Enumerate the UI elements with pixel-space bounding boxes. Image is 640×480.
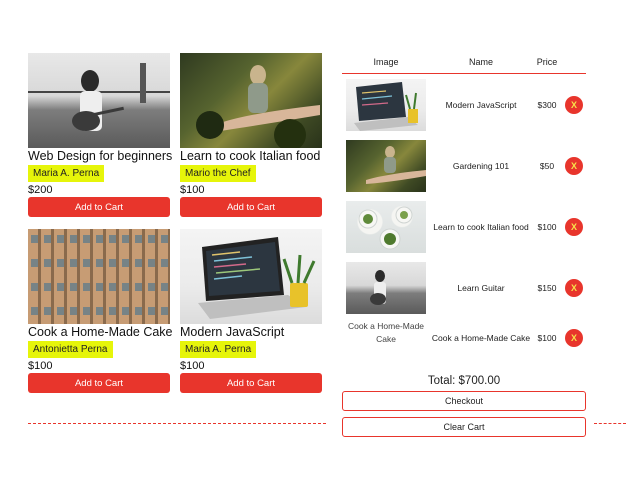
add-to-cart-button[interactable]: Add to Cart (180, 373, 322, 393)
course-card: Web Design for beginners Maria A. Perna … (28, 53, 173, 217)
shopping-cart: Image Name Price Modern JavaScript $300 … (342, 50, 586, 358)
cart-item-name: Gardening 101 (452, 160, 510, 171)
course-title: Web Design for beginners (28, 149, 173, 163)
cart-row: Cook a Home-Made Cake Cook a Home-Made C… (342, 318, 586, 358)
cart-item-price: $50 (539, 160, 555, 171)
course-title: Learn to cook Italian food (180, 149, 321, 163)
course-price: $100 (28, 360, 53, 372)
remove-item-button[interactable]: X (565, 217, 583, 236)
cart-item-image (346, 139, 426, 192)
cart-item-name: Modern JavaScript (445, 99, 517, 110)
course-title: Modern JavaScript (180, 325, 285, 339)
course-author: Antonietta Perna (28, 341, 113, 358)
cart-item-image (346, 200, 426, 253)
cart-row: Gardening 101 $50 X (342, 135, 586, 196)
remove-item-button[interactable]: X (565, 278, 583, 297)
course-image-garden (180, 53, 322, 148)
add-to-cart-button[interactable]: Add to Cart (180, 197, 322, 217)
cart-row: Learn Guitar $150 X (342, 257, 586, 318)
course-author: Maria A. Perna (180, 341, 257, 358)
page: Web Design for beginners Maria A. Perna … (0, 0, 640, 480)
remove-item-button[interactable]: X (565, 95, 583, 114)
course-image-laptop (180, 229, 322, 324)
course-price: $100 (180, 360, 205, 372)
divider-right (594, 423, 626, 424)
course-card: Cook a Home-Made Cake Antonietta Perna $… (28, 229, 173, 393)
cart-header-row: Image Name Price (342, 50, 586, 74)
course-card: Learn to cook Italian food Mario the Che… (180, 53, 322, 217)
course-image-building (28, 229, 170, 324)
cart-item-image (346, 78, 426, 131)
cart-row: Modern JavaScript $300 X (342, 74, 586, 135)
course-title: Cook a Home-Made Cake (28, 325, 173, 339)
clear-cart-button[interactable]: Clear Cart (342, 417, 586, 437)
divider-left (28, 423, 326, 424)
cart-item-image (346, 261, 426, 314)
cart-item-price: $150 (537, 282, 557, 293)
course-author: Maria A. Perna (28, 165, 105, 182)
broken-image-alt-text: Cook a Home-Made Cake (347, 321, 425, 344)
cart-header-name: Name (468, 56, 493, 67)
add-to-cart-button[interactable]: Add to Cart (28, 373, 170, 393)
checkout-button[interactable]: Checkout (342, 391, 586, 411)
add-to-cart-button[interactable]: Add to Cart (28, 197, 170, 217)
cart-item-price: $300 (537, 99, 557, 110)
cart-item-name: Cook a Home-Made Cake (431, 333, 531, 343)
cart-header-price: Price (536, 56, 558, 67)
remove-item-button[interactable]: X (565, 156, 583, 175)
course-price: $100 (180, 184, 205, 196)
remove-item-button[interactable]: X (565, 329, 583, 347)
cart-item-name: Learn to cook Italian food (433, 221, 529, 232)
course-card: Modern JavaScript Maria A. Perna $100 Ad… (180, 229, 322, 393)
cart-row: Learn to cook Italian food $100 X (342, 196, 586, 257)
cart-item-name: Learn Guitar (457, 282, 505, 293)
course-author: Mario the Chef (180, 165, 256, 182)
cart-header-image: Image (373, 56, 399, 67)
cart-item-price: $100 (537, 333, 557, 343)
cart-total: Total: $700.00 (427, 375, 501, 387)
cart-item-price: $100 (537, 221, 557, 232)
course-price: $200 (28, 184, 53, 196)
course-image-guitar (28, 53, 170, 148)
